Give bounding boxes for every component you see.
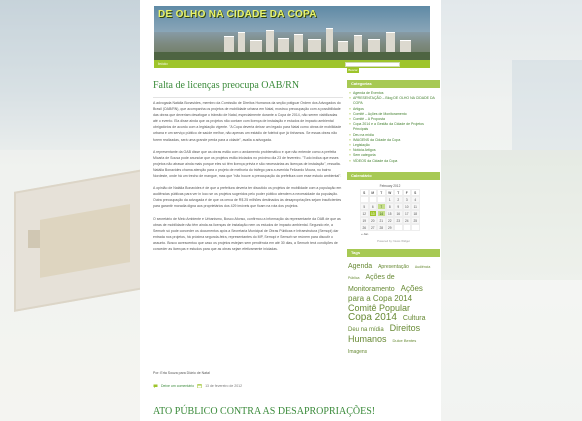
post-title[interactable]: Falta de licenças preocupa OAB/RN <box>153 80 343 92</box>
calendar-empty-cell <box>360 195 369 203</box>
calendar-empty-cell <box>394 223 403 231</box>
calendar-day: 5 <box>360 202 369 210</box>
blog-post: Falta de licenças preocupa OAB/RN A advo… <box>153 80 343 388</box>
calendar-day: 12 <box>360 209 369 217</box>
calendar-empty-cell <box>377 195 386 203</box>
calendar-day: 3 <box>402 195 411 203</box>
calendar-weekday: M <box>368 188 377 196</box>
nav-item-home[interactable]: Início <box>158 60 168 68</box>
calendar-empty-cell <box>368 195 377 203</box>
tag-cloud: Agenda Apresentação Audiência Pública Aç… <box>347 257 440 360</box>
calendar-weekday: T <box>377 188 386 196</box>
search-input[interactable] <box>345 62 400 67</box>
comment-link[interactable]: Deixe um comentário <box>161 384 194 388</box>
tag-link[interactable]: Agenda <box>348 263 372 270</box>
calendar-day: 13 <box>368 209 377 217</box>
calendar-day: 24 <box>402 216 411 224</box>
calendar-day: 26 <box>360 223 369 231</box>
calendar-day: 19 <box>360 216 369 224</box>
calendar-day: 15 <box>385 209 394 217</box>
tag-link[interactable]: Deu na mídia <box>348 327 384 333</box>
tag-link[interactable]: Imagens <box>348 349 367 355</box>
calendar-day: 27 <box>368 223 377 231</box>
calendar-day: 8 <box>385 202 394 210</box>
post-paragraph: A opinião de Natália Bonavides é de que … <box>153 186 342 209</box>
calendar-weekday: F <box>402 188 411 196</box>
next-post-title[interactable]: ATO PÚBLICO CONTRA AS DESAPROPRIAÇÕES! <box>153 406 375 417</box>
calendar-day: 6 <box>368 202 377 210</box>
calendar-day: 16 <box>394 209 403 217</box>
post-meta: Deixe um comentário 13 de fevereiro de 2… <box>153 384 242 388</box>
category-item[interactable]: » VÍDEOS da Cidade da Copa <box>349 159 438 164</box>
calendar-day: 4 <box>411 195 420 203</box>
calendar-day: 28 <box>377 223 386 231</box>
powered-by-text: Powered by: News Widget <box>377 238 410 243</box>
tags-widget-title: Tags <box>347 248 440 257</box>
category-item[interactable]: » Copa 2014 e a Gestão da Cidade de Proje… <box>349 122 438 132</box>
tag-link[interactable]: Copa 2014 <box>348 312 397 323</box>
category-label: APRESENTAÇÃO – Blog DE OLHO NA CIDADE DA… <box>353 96 435 106</box>
calendar-weekday: S <box>411 188 420 196</box>
category-item[interactable]: » APRESENTAÇÃO – Blog DE OLHO NA CIDADE D… <box>349 96 438 106</box>
post-paragraph: O secretário de Meio Ambiente e Urbanism… <box>153 216 341 251</box>
calendar-icon <box>197 384 202 388</box>
calendar-day: 11 <box>411 202 420 210</box>
calendar-day: 1 <box>385 195 394 203</box>
category-label: Copa 2014 e a Gestão da Cidade de Projet… <box>353 122 424 132</box>
categories-widget-title: Categorias <box>347 80 440 88</box>
calendar-weekday: T <box>394 188 403 196</box>
calendar-grid: S M T W T F S 1 2 3 4 5 6 7 8 9 10 11 12 13 14 15 16 17 18 19 20 21… <box>360 188 420 231</box>
background-photo-left <box>0 0 155 421</box>
calendar-day: 22 <box>385 216 394 224</box>
post-date: 13 de fevereiro de 2012 <box>205 384 243 388</box>
post-body: A advogada Natália Bonavides, membro da … <box>153 100 343 252</box>
calendar-day[interactable]: 7 <box>377 202 386 210</box>
calendar-day: 21 <box>377 216 386 224</box>
calendar-empty-cell <box>402 223 411 231</box>
tag-link[interactable]: Dulce Bentes <box>392 338 416 343</box>
calendar-day: 20 <box>368 216 377 224</box>
post-paragraph: A advogada Natália Bonavides, membro da … <box>153 101 342 142</box>
post-signature: Por: Erta Souza para Diário de Natal <box>153 371 210 375</box>
calendar-weekday: S <box>360 188 369 196</box>
calendar-day: 9 <box>394 202 403 210</box>
sidebar: Categorias » Agenda de Eventos» APRESENTAÇ… <box>347 80 440 359</box>
calendar-day: 10 <box>402 202 411 210</box>
calendar-day: 17 <box>402 209 411 217</box>
main-content-column: DE OLHO NA CIDADE DA COPA Início Buscar … <box>140 0 441 421</box>
calendar-day: 18 <box>411 209 420 217</box>
site-header-banner: DE OLHO NA CIDADE DA COPA <box>154 6 430 60</box>
calendar-day: 25 <box>411 216 420 224</box>
tag-link[interactable]: Cultura <box>403 315 426 322</box>
category-label: VÍDEOS da Cidade da Copa <box>353 158 398 163</box>
background-photo-right <box>440 0 582 421</box>
calendar-widget-title: Calendário <box>347 171 440 180</box>
tag-link[interactable]: Apresentação <box>378 264 409 270</box>
calendar-day: 23 <box>394 216 403 224</box>
calendar-day: 2 <box>394 195 403 203</box>
calendar-day[interactable]: 14 <box>377 209 386 217</box>
post-paragraph: A representante da OAB disse que as obra… <box>153 149 342 179</box>
site-title[interactable]: DE OLHO NA CIDADE DA COPA <box>158 9 317 20</box>
categories-list: » Agenda de Eventos» APRESENTAÇÃO – Blog D… <box>347 88 440 166</box>
search-button[interactable]: Buscar <box>347 68 359 73</box>
calendar-empty-cell <box>411 223 420 231</box>
divider <box>153 97 343 98</box>
calendar-weekday: W <box>385 188 394 196</box>
comment-icon <box>153 384 158 388</box>
calendar-day: 29 <box>385 223 394 231</box>
calendar: February 2012 S M T W T F S 1 2 3 4 5 6 7 8 9 10 11 12 13 14… <box>360 184 420 237</box>
